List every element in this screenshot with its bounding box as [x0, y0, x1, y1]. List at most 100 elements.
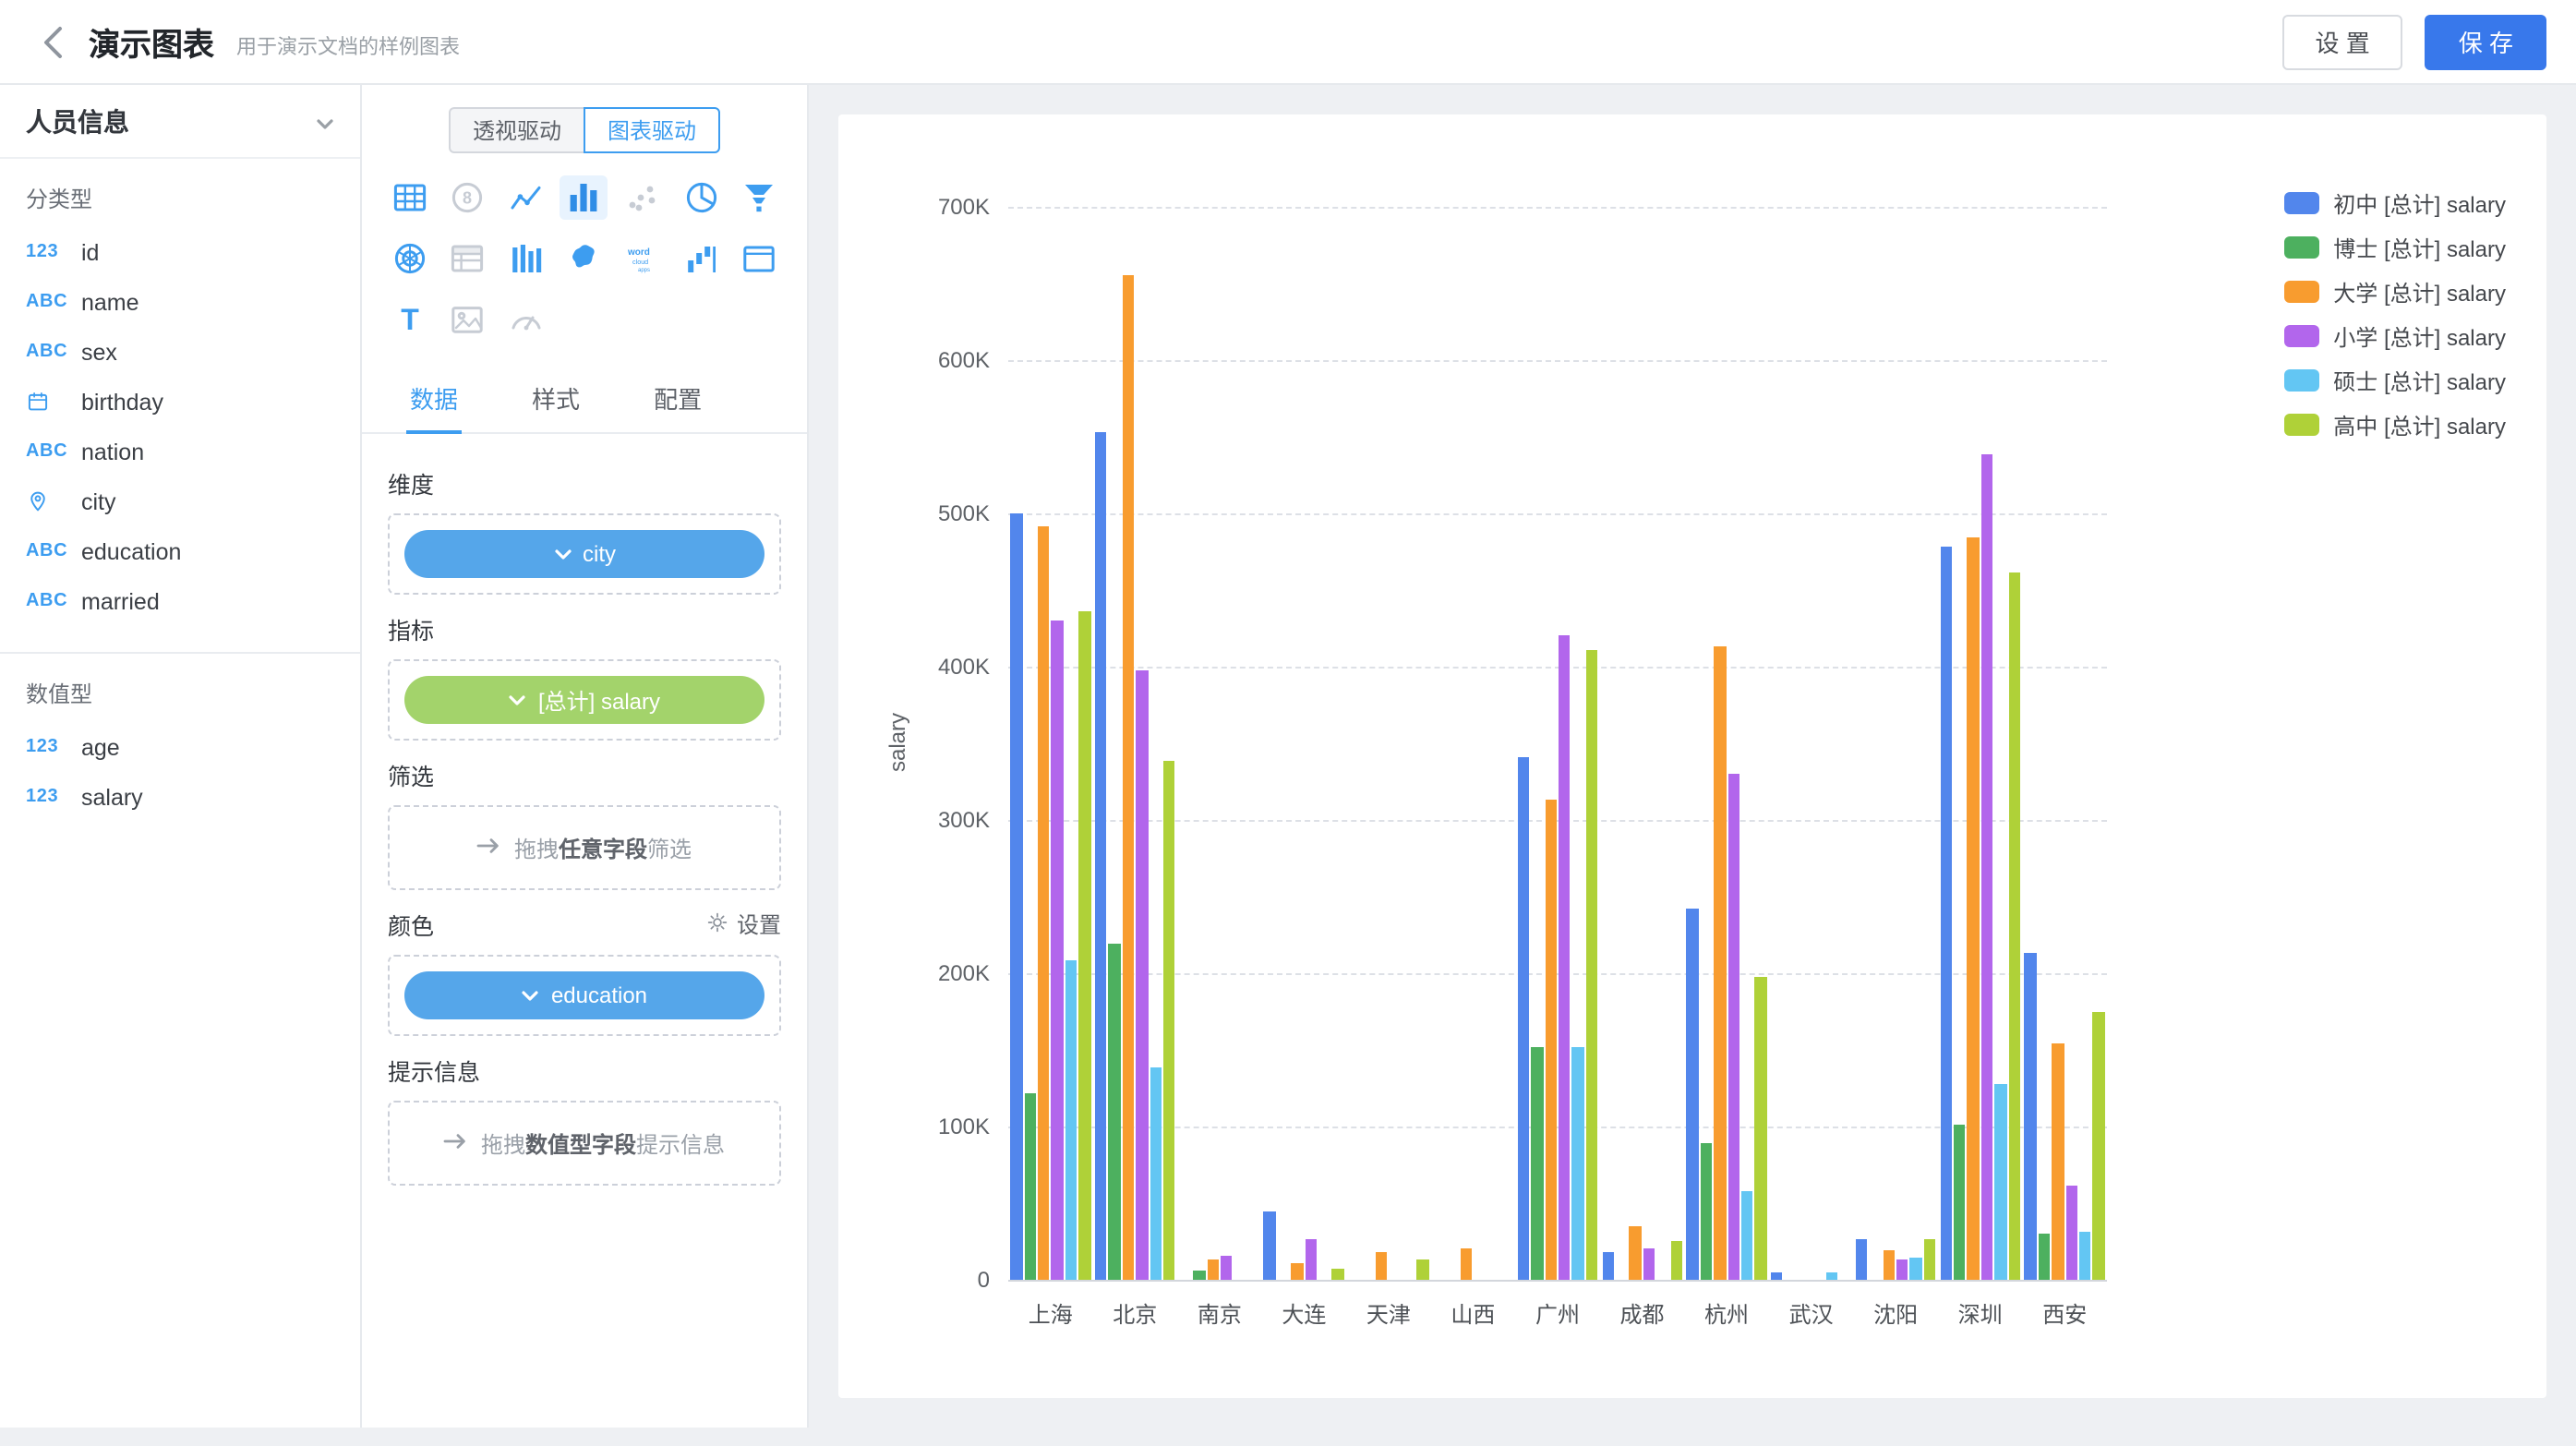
bar	[1741, 1191, 1753, 1280]
legend-label: 高中 [总计] salary	[2333, 409, 2506, 440]
field-birthday[interactable]: birthday	[0, 377, 360, 427]
filter-section-label: 筛选	[388, 757, 434, 792]
back-button[interactable]	[30, 18, 74, 66]
gauge-icon[interactable]	[502, 297, 550, 342]
line-chart-icon[interactable]	[502, 175, 550, 220]
legend-item[interactable]: 小学 [总计] salary	[2283, 321, 2506, 351]
color-dropzone[interactable]: education	[388, 955, 781, 1036]
image-icon[interactable]	[444, 297, 492, 342]
legend-swatch	[2283, 192, 2318, 214]
bar	[1531, 1047, 1543, 1280]
dataset-selector[interactable]: 人员信息	[0, 85, 360, 159]
field-name[interactable]: ABCname	[0, 277, 360, 327]
dimension-pill[interactable]: city	[404, 530, 764, 578]
pie-chart-icon[interactable]	[677, 175, 725, 220]
field-age[interactable]: 123age	[0, 722, 360, 772]
text-icon[interactable]: T	[386, 297, 434, 342]
bar	[1896, 1259, 1908, 1280]
legend-item[interactable]: 高中 [总计] salary	[2283, 410, 2506, 440]
main-layout: 人员信息 分类型123idABCnameABCsexbirthdayABCnat…	[0, 85, 2576, 1428]
numeric-type-badge: 123	[26, 242, 81, 262]
metric-section-label: 指标	[388, 611, 434, 646]
text-type-badge: ABC	[26, 541, 81, 561]
bar	[1954, 1125, 1966, 1280]
y-tick-label: 200K	[890, 960, 990, 986]
table-icon[interactable]	[386, 175, 434, 220]
field-id[interactable]: 123id	[0, 227, 360, 277]
bar	[1755, 976, 1767, 1280]
field-section-label: 数值型	[0, 654, 360, 722]
legend-item[interactable]: 博士 [总计] salary	[2283, 233, 2506, 262]
tab-配置[interactable]: 配置	[650, 364, 705, 434]
mode-tab-chart-driven[interactable]: 图表驱动	[584, 107, 720, 153]
tooltip-placeholder: 拖拽数值型字段提示信息	[444, 1127, 725, 1159]
color-settings-link[interactable]: 设置	[705, 909, 781, 940]
legend-swatch	[2283, 236, 2318, 259]
filter-ph-prefix: 拖拽	[514, 836, 559, 862]
radar-icon[interactable]	[386, 236, 434, 281]
bar	[1910, 1259, 1922, 1280]
tooltip-dropzone[interactable]: 拖拽数值型字段提示信息	[388, 1101, 781, 1186]
field-married[interactable]: ABCmarried	[0, 576, 360, 626]
map-icon[interactable]	[560, 236, 608, 281]
bar	[1643, 1247, 1655, 1280]
bar	[1981, 455, 1993, 1280]
field-name: salary	[81, 784, 143, 810]
waterfall-icon[interactable]	[677, 236, 725, 281]
settings-button[interactable]: 设 置	[2282, 14, 2403, 69]
field-education[interactable]: ABCeducation	[0, 526, 360, 576]
word-cloud-icon[interactable]: wordcloudapps	[619, 236, 667, 281]
bar	[1559, 634, 1571, 1280]
chevron-down-icon	[553, 541, 572, 567]
parallel-icon[interactable]	[502, 236, 550, 281]
y-tick-label: 700K	[890, 194, 990, 220]
color-pill[interactable]: education	[404, 971, 764, 1019]
frame-icon[interactable]	[735, 236, 783, 281]
scatter-icon[interactable]	[619, 175, 667, 220]
bar-chart-icon[interactable]	[560, 175, 608, 220]
x-tick-label: 大连	[1282, 1298, 1326, 1330]
legend-swatch	[2283, 414, 2318, 436]
chart-type-grid: 8 wordcloudapps T	[362, 157, 807, 364]
bar	[1292, 1263, 1304, 1280]
save-button[interactable]: 保 存	[2426, 14, 2546, 69]
tab-数据[interactable]: 数据	[406, 364, 462, 434]
tooltip-ph-prefix: 拖拽	[481, 1131, 525, 1157]
legend-label: 小学 [总计] salary	[2333, 320, 2506, 352]
metric-dropzone[interactable]: [总计] salary	[388, 659, 781, 741]
chevron-down-icon	[316, 106, 334, 136]
bar	[1417, 1259, 1429, 1280]
bar	[1010, 513, 1022, 1280]
bar	[1670, 1242, 1682, 1281]
bar	[1095, 432, 1107, 1280]
svg-text:T: T	[401, 303, 419, 336]
field-sex[interactable]: ABCsex	[0, 327, 360, 377]
crosstab-icon[interactable]	[444, 236, 492, 281]
ball-icon[interactable]: 8	[444, 175, 492, 220]
legend-item[interactable]: 初中 [总计] salary	[2283, 188, 2506, 218]
legend-item[interactable]: 硕士 [总计] salary	[2283, 366, 2506, 395]
text-type-badge: ABC	[26, 292, 81, 312]
legend-item[interactable]: 大学 [总计] salary	[2283, 277, 2506, 307]
funnel-icon[interactable]	[735, 175, 783, 220]
field-salary[interactable]: 123salary	[0, 772, 360, 822]
field-city[interactable]: city	[0, 476, 360, 526]
chevron-down-icon	[509, 687, 527, 713]
panel-body: 维度 city 指标 [总计] salary	[362, 434, 807, 1428]
filter-dropzone[interactable]: 拖拽任意字段筛选	[388, 805, 781, 890]
header-actions: 设 置 保 存	[2282, 14, 2547, 69]
y-axis-title: salary	[885, 686, 910, 797]
metric-pill[interactable]: [总计] salary	[404, 676, 764, 724]
tab-样式[interactable]: 样式	[528, 364, 584, 434]
x-tick-label: 深圳	[1958, 1298, 2003, 1330]
color-pill-label: education	[551, 982, 647, 1008]
dimension-dropzone[interactable]: city	[388, 513, 781, 595]
field-nation[interactable]: ABCnation	[0, 427, 360, 476]
field-name: married	[81, 588, 160, 614]
bar	[1376, 1252, 1388, 1280]
y-tick-label: 500K	[890, 500, 990, 526]
numeric-type-badge: 123	[26, 787, 81, 807]
calendar-icon	[26, 390, 81, 414]
mode-tab-pivot-driven[interactable]: 透视驱动	[449, 107, 584, 153]
bar	[1193, 1271, 1205, 1280]
